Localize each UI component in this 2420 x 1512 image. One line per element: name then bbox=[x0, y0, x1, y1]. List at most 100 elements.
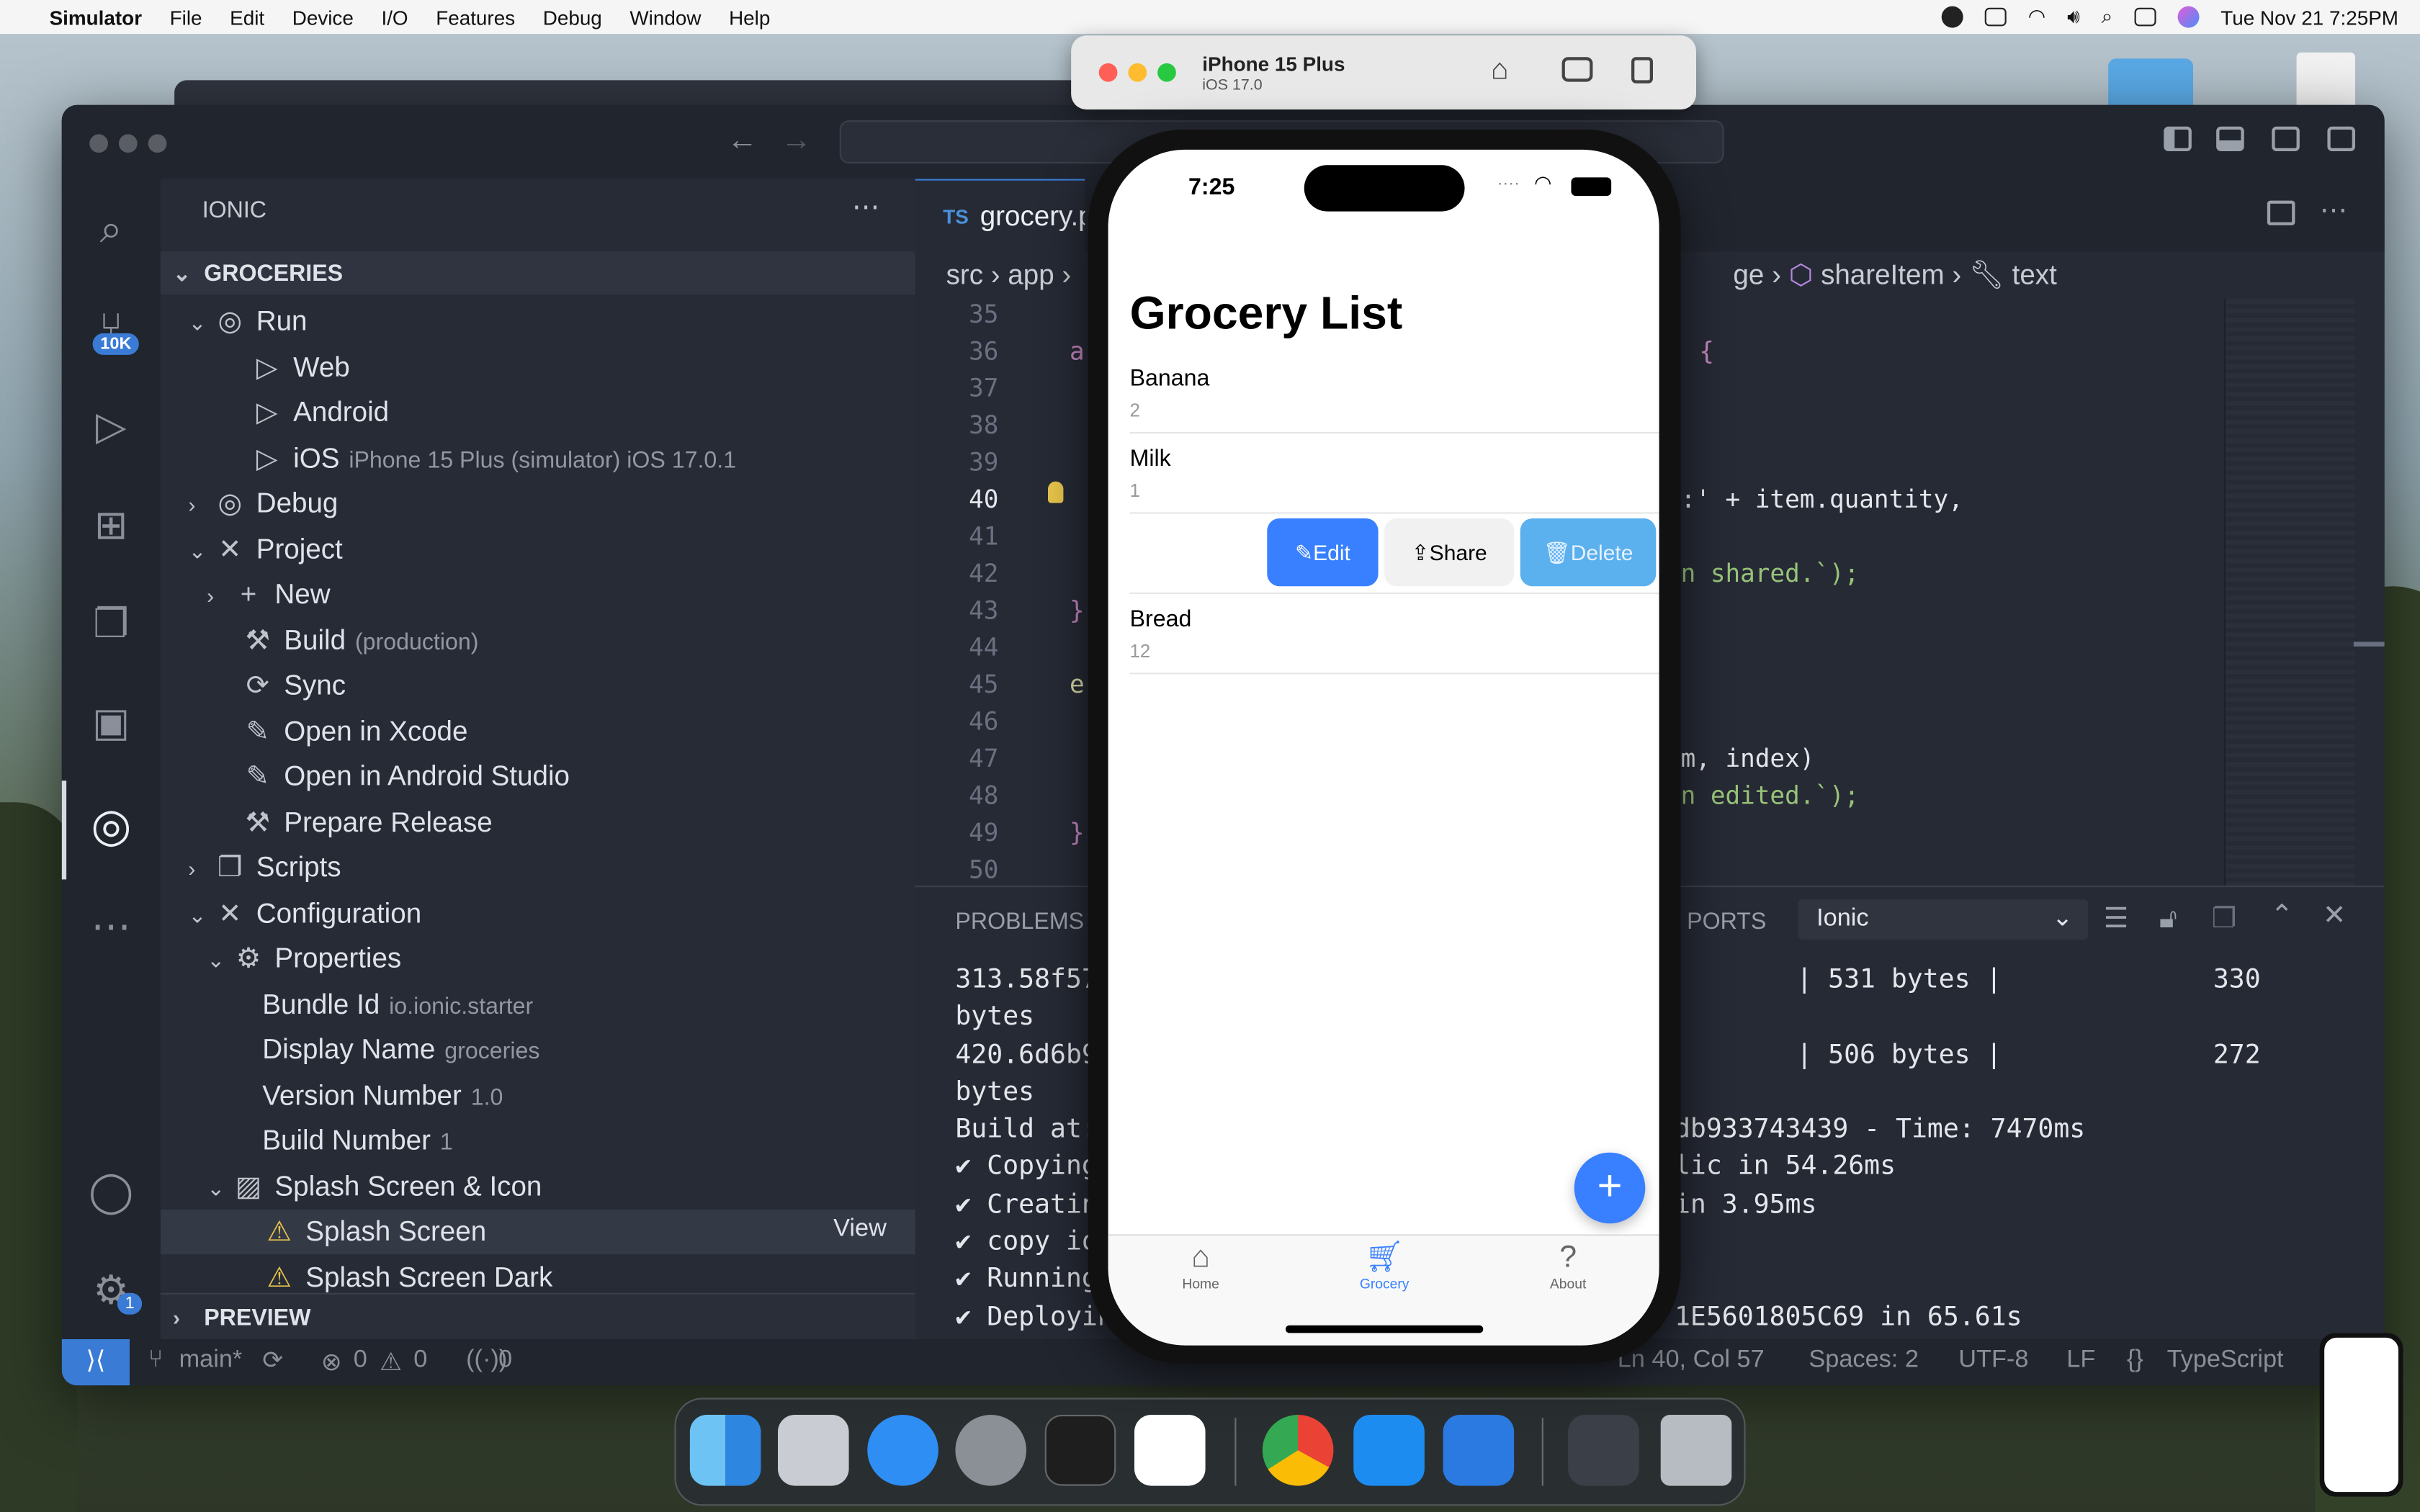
menu-file[interactable]: File bbox=[170, 6, 202, 29]
tab-home[interactable]: ⌂ Home bbox=[1139, 1239, 1262, 1301]
split-editor-icon[interactable] bbox=[2267, 200, 2295, 225]
home-icon[interactable]: ⌂ bbox=[1491, 54, 1509, 88]
tree-item-build[interactable]: ⚒ Build (production) bbox=[241, 618, 479, 663]
ionic-icon[interactable]: ◎ bbox=[86, 801, 136, 852]
menu-window[interactable]: Window bbox=[629, 6, 701, 29]
scrollbar[interactable] bbox=[2353, 642, 2385, 647]
toggle-sidebar-icon[interactable] bbox=[2164, 126, 2192, 151]
cursor-position[interactable]: Ln 40, Col 57 bbox=[1618, 1347, 1765, 1375]
menu-debug[interactable]: Debug bbox=[543, 6, 602, 29]
wifi-icon[interactable]: ◠ bbox=[2028, 4, 2045, 29]
breadcrumb-text[interactable]: text bbox=[2012, 259, 2057, 290]
language-mode[interactable]: TypeScript bbox=[2167, 1347, 2284, 1375]
menu-features[interactable]: Features bbox=[436, 6, 515, 29]
edit-button[interactable]: ✎Edit bbox=[1267, 518, 1379, 587]
github-icon[interactable] bbox=[1941, 6, 1963, 28]
maximize-panel-icon[interactable]: ⌃ bbox=[2270, 899, 2293, 932]
tree-item-bundle-id[interactable]: Bundle Id io.ionic.starter bbox=[262, 983, 533, 1027]
tab-grocery[interactable]: 🛒︎ Grocery bbox=[1322, 1239, 1446, 1301]
breadcrumb-app[interactable]: app bbox=[1008, 259, 1054, 290]
tree-item-splash-screen[interactable]: ⚠ Splash Screen bbox=[262, 1210, 487, 1254]
tree-item-configuration[interactable]: ⌄ ✕ Configuration bbox=[188, 892, 421, 937]
close-window-button[interactable] bbox=[1098, 63, 1118, 82]
vscode-icon[interactable] bbox=[1134, 1414, 1206, 1486]
tree-item-debug[interactable]: › ◎ Debug bbox=[188, 482, 338, 526]
preview-section-header[interactable]: › PREVIEW bbox=[160, 1292, 915, 1339]
minimap[interactable] bbox=[2223, 299, 2355, 886]
more-actions-icon[interactable]: ⋯ bbox=[2320, 194, 2348, 227]
lock-icon[interactable]: 🔓︎ bbox=[2159, 903, 2177, 935]
open-editor-icon[interactable]: ❐ bbox=[2212, 903, 2237, 935]
toggle-panel-icon[interactable] bbox=[2216, 126, 2244, 151]
back-arrow-icon[interactable]: ← bbox=[727, 123, 758, 158]
siri-icon[interactable] bbox=[2177, 6, 2200, 28]
view-button[interactable]: View bbox=[833, 1216, 887, 1244]
volume-icon[interactable]: 🔊︎ bbox=[2067, 4, 2080, 29]
delete-button[interactable]: 🗑︎Delete bbox=[1520, 518, 1657, 587]
list-item[interactable]: Milk 1 bbox=[1129, 440, 1659, 514]
tab-ports[interactable]: PORTS bbox=[1687, 909, 1766, 935]
more-actions-icon[interactable]: ⋯ bbox=[852, 192, 880, 224]
tree-item-new[interactable]: › + New bbox=[207, 572, 330, 617]
control-center-icon[interactable] bbox=[2134, 7, 2156, 27]
sync-icon[interactable]: ⟳ bbox=[262, 1346, 283, 1377]
run-debug-icon[interactable]: ▷ bbox=[86, 401, 136, 451]
indentation[interactable]: Spaces: 2 bbox=[1809, 1347, 1918, 1375]
add-fab-button[interactable]: + bbox=[1574, 1152, 1646, 1224]
search-icon[interactable]: ⌕ bbox=[86, 204, 136, 253]
screenshot-icon[interactable] bbox=[1561, 57, 1593, 82]
branch-name[interactable]: main* bbox=[179, 1347, 243, 1375]
system-settings-icon[interactable] bbox=[955, 1414, 1026, 1486]
minimize-window-button[interactable] bbox=[119, 134, 138, 153]
safari-icon[interactable] bbox=[867, 1414, 938, 1486]
section-header[interactable]: ⌄ GROCERIES bbox=[160, 251, 915, 295]
remote-indicator[interactable]: ⟩⟨ bbox=[61, 1339, 130, 1386]
terminal-icon[interactable] bbox=[1044, 1414, 1116, 1486]
tree-item-run[interactable]: ⌄ ◎ Run bbox=[188, 300, 307, 344]
extensions-icon[interactable]: ⊞ bbox=[86, 500, 136, 549]
tree-item-sync[interactable]: ⟳ Sync bbox=[241, 663, 346, 708]
launchpad-icon[interactable] bbox=[778, 1414, 849, 1486]
tab-problems[interactable]: PROBLEMS bbox=[955, 909, 1084, 935]
tree-item-version-number[interactable]: Version Number 1.0 bbox=[262, 1074, 503, 1118]
explorer-icon[interactable]: ❐ bbox=[86, 598, 136, 648]
menu-io[interactable]: I/O bbox=[381, 6, 408, 29]
tab-about[interactable]: ? About bbox=[1506, 1239, 1629, 1301]
finder-icon[interactable] bbox=[689, 1414, 761, 1486]
recent-window-icon[interactable] bbox=[1568, 1414, 1639, 1486]
display-icon[interactable] bbox=[1984, 7, 2007, 27]
share-button[interactable]: ⇪Share bbox=[1384, 518, 1515, 587]
app-menu[interactable]: Simulator bbox=[50, 6, 143, 29]
tree-item-project[interactable]: ⌄ ✕ Project bbox=[188, 528, 342, 572]
customize-layout-icon[interactable] bbox=[2327, 126, 2355, 151]
toggle-secondary-sidebar-icon[interactable] bbox=[2272, 126, 2300, 151]
encoding[interactable]: UTF-8 bbox=[1958, 1347, 2028, 1375]
forward-arrow-icon[interactable]: → bbox=[781, 123, 812, 158]
tree-item-web[interactable]: ▷ Web bbox=[250, 346, 350, 390]
tree-item-display-name[interactable]: Display Name groceries bbox=[262, 1027, 539, 1072]
ports-count[interactable]: 0 bbox=[498, 1347, 512, 1375]
tree-item-properties[interactable]: ⌄ ⚙ Properties bbox=[207, 937, 401, 981]
zoom-window-button[interactable] bbox=[1157, 63, 1176, 82]
eol[interactable]: LF bbox=[2066, 1347, 2095, 1375]
tree-item-android[interactable]: ▷ Android bbox=[250, 390, 389, 435]
tree-item-splash-icon[interactable]: ⌄ ▨ Splash Screen & Icon bbox=[207, 1165, 542, 1210]
menu-device[interactable]: Device bbox=[292, 6, 354, 29]
tree-item-open-xcode[interactable]: ✎ Open in Xcode bbox=[241, 710, 468, 755]
tree-item-build-number[interactable]: Build Number 1 bbox=[262, 1119, 452, 1164]
warning-count[interactable]: 0 bbox=[413, 1347, 427, 1375]
chrome-icon[interactable] bbox=[1262, 1414, 1334, 1486]
tree-item-prepare-release[interactable]: ⚒ Prepare Release bbox=[241, 801, 493, 845]
trash-icon[interactable] bbox=[1660, 1414, 1732, 1486]
clock[interactable]: Tue Nov 21 7:25PM bbox=[2220, 6, 2398, 29]
menu-edit[interactable]: Edit bbox=[230, 6, 264, 29]
clear-output-icon[interactable]: ☰ bbox=[2104, 903, 2129, 935]
zoom-window-button[interactable] bbox=[148, 134, 167, 153]
error-count[interactable]: 0 bbox=[354, 1347, 367, 1375]
editor-tab[interactable]: TS grocery.p bbox=[915, 179, 1094, 252]
more-icon[interactable]: ⋯ bbox=[86, 901, 136, 950]
menu-help[interactable]: Help bbox=[729, 6, 770, 29]
breadcrumb-shareitem[interactable]: shareItem bbox=[1821, 259, 1945, 290]
simulator-icon[interactable] bbox=[1443, 1414, 1515, 1486]
search-icon[interactable]: ⌕ bbox=[2102, 4, 2113, 29]
